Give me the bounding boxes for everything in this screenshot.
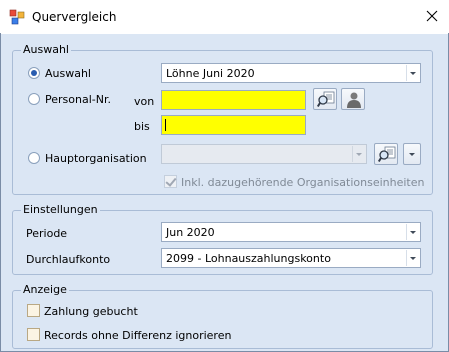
window-title: Quervergleich [32, 10, 117, 24]
auswahl-group-label: Auswahl [21, 43, 71, 56]
person-icon [347, 92, 361, 108]
records-ignorieren-label[interactable]: Records ohne Differenz ignorieren [44, 329, 231, 342]
close-button[interactable] [415, 0, 449, 32]
periode-combo[interactable]: Jun 2020 [161, 222, 421, 242]
radio-hauptorganisation[interactable] [28, 152, 40, 164]
search-list-icon [378, 146, 396, 163]
auswahl-combo[interactable]: Löhne Juni 2020 [161, 63, 421, 83]
chevron-down-icon[interactable] [406, 224, 419, 240]
radio-auswahl-label[interactable]: Auswahl [45, 67, 91, 80]
records-ignorieren-checkbox[interactable] [27, 328, 40, 341]
chevron-down-icon[interactable] [406, 250, 419, 266]
radio-personal-nr-label[interactable]: Personal-Nr. [45, 93, 111, 106]
person-button[interactable] [341, 88, 365, 110]
chevron-down-icon [352, 146, 365, 162]
app-icon [9, 9, 25, 25]
von-label: von [134, 95, 155, 108]
durchlaufkonto-combo-value: 2099 - Lohnauszahlungskonto [166, 252, 331, 265]
text-caret [165, 119, 166, 131]
hauptorg-combo [161, 144, 367, 164]
bis-input[interactable] [161, 115, 306, 135]
inkl-org-checkbox [164, 175, 177, 188]
anzeige-group-label: Anzeige [21, 283, 69, 296]
bis-label: bis [134, 120, 150, 133]
durchlaufkonto-combo[interactable]: 2099 - Lohnauszahlungskonto [161, 248, 421, 268]
search-personal-button[interactable] [313, 88, 337, 110]
radio-hauptorganisation-label[interactable]: Hauptorganisation [45, 152, 147, 165]
einstellungen-group-label: Einstellungen [21, 203, 100, 216]
durchlaufkonto-label: Durchlaufkonto [26, 253, 111, 266]
org-options-dropdown[interactable] [403, 143, 421, 165]
inkl-org-checkbox-label: Inkl. dazugehörende Organisationseinheit… [181, 176, 425, 189]
dialog-client-area: Auswahl Auswahl Löhne Juni 2020 Personal… [1, 34, 448, 351]
auswahl-combo-value: Löhne Juni 2020 [166, 67, 255, 80]
chevron-down-icon[interactable] [406, 65, 419, 81]
zahlung-gebucht-label[interactable]: Zahlung gebucht [44, 305, 138, 318]
zahlung-gebucht-checkbox[interactable] [27, 304, 40, 317]
search-org-button[interactable] [374, 143, 398, 165]
radio-auswahl[interactable] [28, 67, 40, 79]
von-input[interactable] [161, 90, 306, 110]
periode-label: Periode [26, 227, 68, 240]
close-icon [426, 10, 438, 22]
search-list-icon [317, 91, 335, 108]
radio-personal-nr[interactable] [28, 93, 40, 105]
title-bar: Quervergleich [0, 0, 449, 34]
periode-combo-value: Jun 2020 [166, 226, 215, 239]
